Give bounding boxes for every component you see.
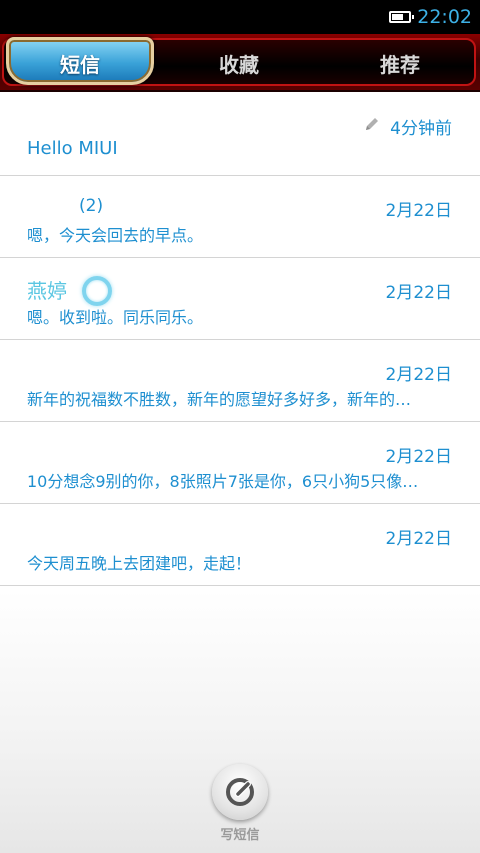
tab-label: 推荐 xyxy=(380,52,420,77)
tab-messages[interactable]: 短信 xyxy=(6,34,154,92)
tab-favorites[interactable]: 收藏 xyxy=(164,34,314,92)
conversation-list: 4分钟前 Hello MIUI (2) 2月22日 嗯，今天会回去的早点。 燕婷… xyxy=(0,94,480,586)
compose-label: 写短信 xyxy=(220,828,260,843)
conversation-time: 4分钟前 xyxy=(390,119,452,139)
status-bar: 22:02 xyxy=(0,0,480,34)
compose-icon xyxy=(226,778,254,806)
conversation-time: 2月22日 xyxy=(385,283,452,303)
conversation-time: 2月22日 xyxy=(385,365,452,385)
compose-button[interactable] xyxy=(212,764,268,820)
tab-label: 收藏 xyxy=(219,52,259,77)
conversation-name: 燕婷 xyxy=(27,279,67,303)
status-time: 22:02 xyxy=(417,6,472,28)
conversation-time: 2月22日 xyxy=(385,447,452,467)
conversation-preview: 嗯，今天会回去的早点。 xyxy=(27,226,204,245)
conversation-time: 2月22日 xyxy=(385,201,452,221)
tab-recommended[interactable]: 推荐 xyxy=(325,34,475,92)
conversation-row[interactable]: 2月22日 新年的祝福数不胜数，新年的愿望好多好多，新年的… xyxy=(0,340,480,422)
conversation-preview: 新年的祝福数不胜数，新年的愿望好多好多，新年的… xyxy=(27,390,412,409)
conversation-time: 2月22日 xyxy=(385,529,452,549)
conversation-row[interactable]: 燕婷 2月22日 嗯。收到啦。同乐同乐。 xyxy=(0,258,480,340)
conversation-preview: Hello MIUI xyxy=(27,138,118,159)
loading-ring-icon xyxy=(82,276,112,306)
conversation-row[interactable]: 2月22日 今天周五晚上去团建吧，走起！ xyxy=(0,504,480,586)
conversation-preview: 今天周五晚上去团建吧，走起！ xyxy=(27,554,252,573)
draft-pencil-icon xyxy=(366,118,378,130)
tab-label: 短信 xyxy=(60,52,100,77)
conversation-row[interactable]: 4分钟前 Hello MIUI xyxy=(0,94,480,176)
tab-bar: 短信 收藏 推荐 xyxy=(0,34,480,92)
conversation-preview: 10分想念9别的你，8张照片7张是你，6只小狗5只像… xyxy=(27,472,419,491)
battery-icon xyxy=(389,11,415,23)
conversation-preview: 嗯。收到啦。同乐同乐。 xyxy=(27,308,204,327)
conversation-row[interactable]: 2月22日 10分想念9别的你，8张照片7张是你，6只小狗5只像… xyxy=(0,422,480,504)
conversation-row[interactable]: (2) 2月22日 嗯，今天会回去的早点。 xyxy=(0,176,480,258)
conversation-name: (2) xyxy=(79,196,104,216)
